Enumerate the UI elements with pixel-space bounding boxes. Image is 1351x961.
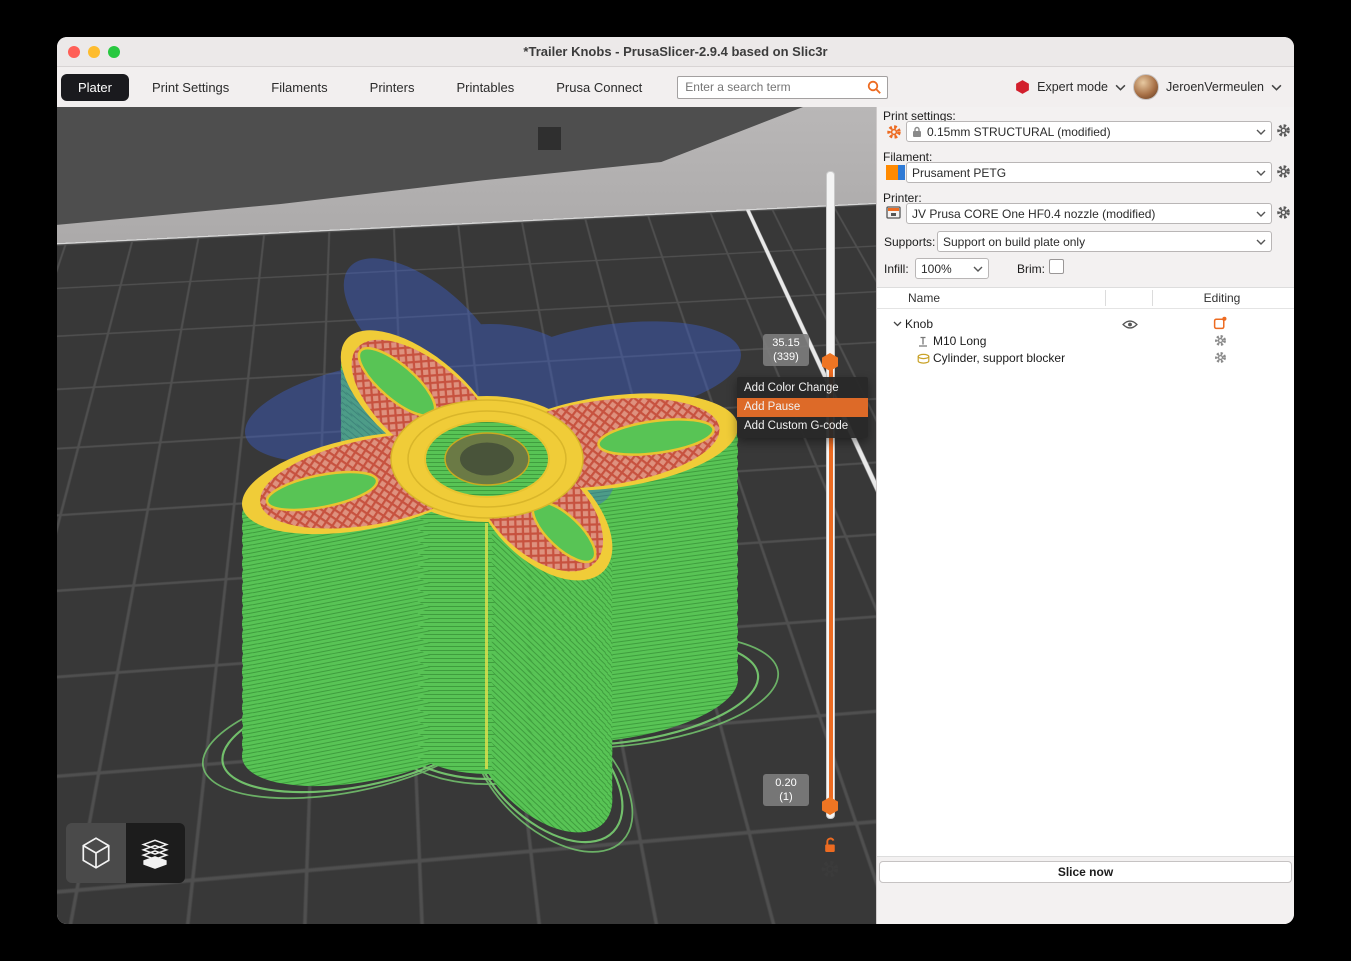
tab-printers[interactable]: Printers xyxy=(349,74,436,101)
close-window-button[interactable] xyxy=(68,46,80,58)
chevron-down-icon xyxy=(973,266,983,272)
window-controls xyxy=(68,46,120,58)
part-name[interactable]: M10 Long xyxy=(933,334,986,348)
window-title: *Trailer Knobs - PrusaSlicer-2.9.4 based… xyxy=(523,44,827,59)
filament-value: Prusament PETG xyxy=(912,166,1251,180)
menu-item-add-pause[interactable]: Add Pause xyxy=(737,398,868,417)
chevron-down-icon xyxy=(1256,129,1266,135)
part-name[interactable]: Cylinder, support blocker xyxy=(933,351,1065,365)
chevron-down-icon[interactable] xyxy=(1271,84,1282,91)
unlock-icon[interactable] xyxy=(822,836,839,858)
lower-layer-tooltip: 0.20 (1) xyxy=(763,774,809,806)
part-icon xyxy=(917,335,929,348)
lower-layer-height: 0.20 xyxy=(763,776,809,790)
3d-viewport[interactable]: 35.15 (339) 0.20 (1) Add Color Change Ad… xyxy=(57,107,876,924)
filament-color-icon xyxy=(886,165,905,183)
collapse-chevron-icon[interactable] xyxy=(893,321,902,327)
support-blocker-icon xyxy=(917,353,930,365)
account-name[interactable]: JeroenVermeulen xyxy=(1166,80,1264,94)
sidebar: Print settings: 0.15mm STRUCTURAL (modif… xyxy=(876,107,1294,924)
print-settings-gear-icon[interactable] xyxy=(886,124,902,143)
upper-layer-number: (339) xyxy=(763,350,809,364)
chevron-down-icon xyxy=(1256,170,1266,176)
object-list-header: Name Editing xyxy=(877,288,1294,309)
header-right: Expert mode JeroenVermeulen xyxy=(1015,74,1282,100)
edit-print-settings-gear-icon[interactable] xyxy=(1276,123,1291,141)
print-settings-select[interactable]: 0.15mm STRUCTURAL (modified) xyxy=(906,121,1272,142)
eye-icon[interactable] xyxy=(1122,319,1138,330)
infill-select[interactable]: 100% xyxy=(915,258,989,279)
menu-item-add-custom-gcode[interactable]: Add Custom G-code xyxy=(737,417,868,436)
printer-value: JV Prusa CORE One HF0.4 nozzle (modified… xyxy=(912,207,1251,221)
part-settings-gear-icon[interactable] xyxy=(1214,334,1227,347)
supports-value: Support on build plate only xyxy=(943,235,1251,249)
layers-icon xyxy=(137,835,173,871)
app-window: *Trailer Knobs - PrusaSlicer-2.9.4 based… xyxy=(57,37,1294,924)
expert-mode-icon xyxy=(1015,79,1030,95)
edit-icon[interactable] xyxy=(1213,316,1227,330)
chevron-down-icon xyxy=(1256,239,1266,245)
3d-view-button[interactable] xyxy=(66,823,126,883)
search-icon[interactable] xyxy=(867,80,882,95)
filament-select[interactable]: Prusament PETG xyxy=(906,162,1272,183)
main-content: 35.15 (339) 0.20 (1) Add Color Change Ad… xyxy=(57,107,1294,924)
supports-select[interactable]: Support on build plate only xyxy=(937,231,1272,252)
seam-line xyxy=(485,523,488,769)
zoom-window-button[interactable] xyxy=(108,46,120,58)
edit-filament-gear-icon[interactable] xyxy=(1276,164,1291,182)
view-mode-buttons xyxy=(66,823,185,883)
edit-printer-gear-icon[interactable] xyxy=(1276,205,1291,223)
model-preview[interactable] xyxy=(57,107,876,924)
upper-layer-height: 35.15 xyxy=(763,336,809,350)
object-list: Name Editing Knob xyxy=(877,287,1294,857)
slice-now-button[interactable]: Slice now xyxy=(879,861,1292,883)
avatar[interactable] xyxy=(1133,74,1159,100)
lock-icon xyxy=(912,126,922,138)
upper-layer-tooltip: 35.15 (339) xyxy=(763,334,809,366)
layers-view-button[interactable] xyxy=(126,823,186,883)
tab-filaments[interactable]: Filaments xyxy=(250,74,348,101)
tab-prusa-connect[interactable]: Prusa Connect xyxy=(535,74,663,101)
layer-context-menu: Add Color Change Add Pause Add Custom G-… xyxy=(737,377,868,438)
part-settings-gear-icon[interactable] xyxy=(1214,351,1227,364)
tab-print-settings[interactable]: Print Settings xyxy=(131,74,250,101)
print-settings-value: 0.15mm STRUCTURAL (modified) xyxy=(927,125,1251,139)
lower-layer-number: (1) xyxy=(763,790,809,804)
name-column-header: Name xyxy=(908,291,940,305)
main-toolbar: Plater Print Settings Filaments Printers… xyxy=(57,67,1294,108)
supports-label: Supports: xyxy=(884,235,935,249)
brim-label: Brim: xyxy=(1017,262,1045,276)
printer-icon xyxy=(886,206,901,222)
infill-label: Infill: xyxy=(884,262,909,276)
titlebar: *Trailer Knobs - PrusaSlicer-2.9.4 based… xyxy=(57,37,1294,67)
chevron-down-icon xyxy=(1256,211,1266,217)
chevron-down-icon[interactable] xyxy=(1115,84,1126,91)
brim-checkbox[interactable] xyxy=(1049,259,1064,274)
menu-item-add-color-change[interactable]: Add Color Change xyxy=(737,379,868,398)
object-name[interactable]: Knob xyxy=(905,317,933,331)
search-box[interactable] xyxy=(677,76,888,99)
infill-value: 100% xyxy=(921,262,968,276)
tab-plater[interactable]: Plater xyxy=(61,74,129,101)
editing-column-header: Editing xyxy=(1152,291,1292,305)
printer-select[interactable]: JV Prusa CORE One HF0.4 nozzle (modified… xyxy=(906,203,1272,224)
slider-settings-gear-icon[interactable] xyxy=(820,859,840,884)
search-input[interactable] xyxy=(683,79,867,95)
cube-icon xyxy=(78,835,114,871)
minimize-window-button[interactable] xyxy=(88,46,100,58)
tab-printables[interactable]: Printables xyxy=(435,74,535,101)
mode-selector-label[interactable]: Expert mode xyxy=(1037,80,1108,94)
column-separator xyxy=(1105,290,1106,306)
